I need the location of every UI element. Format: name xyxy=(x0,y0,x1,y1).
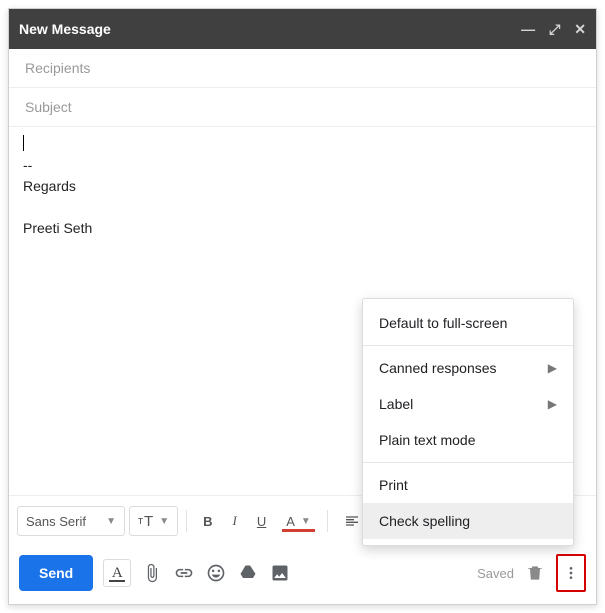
font-family-label: Sans Serif xyxy=(26,514,86,529)
subject-field[interactable] xyxy=(9,88,596,127)
menu-item-fullscreen[interactable]: Default to full-screen xyxy=(363,305,573,341)
more-options-button[interactable] xyxy=(556,554,586,592)
chevron-down-icon: ▼ xyxy=(301,516,311,527)
menu-item-check-spelling[interactable]: Check spelling xyxy=(363,503,573,539)
bottom-toolbar: Send A Saved xyxy=(9,546,596,604)
menu-item-label: Default to full-screen xyxy=(379,315,507,331)
menu-item-label-text: Label xyxy=(379,396,413,412)
text-cursor xyxy=(23,135,24,151)
saved-status: Saved xyxy=(477,566,514,581)
recipients-input[interactable] xyxy=(23,59,586,77)
insert-emoji-icon[interactable] xyxy=(205,562,227,584)
text-color-label: A xyxy=(286,514,295,529)
text-color-button[interactable]: A ▼ xyxy=(278,507,319,535)
menu-item-label: Canned responses xyxy=(379,360,497,376)
menu-separator xyxy=(363,345,573,346)
recipients-field[interactable] xyxy=(9,49,596,88)
compose-title: New Message xyxy=(19,21,521,37)
menu-item-label: Print xyxy=(379,477,408,493)
font-family-dropdown[interactable]: Sans Serif ▼ xyxy=(17,506,125,536)
menu-separator xyxy=(363,462,573,463)
separator xyxy=(327,510,328,532)
signature-regards: Regards xyxy=(23,176,582,197)
signature-name: Preeti Seth xyxy=(23,218,582,239)
discard-draft-icon[interactable] xyxy=(524,562,546,584)
menu-item-label[interactable]: Label ▶ xyxy=(363,386,573,422)
menu-item-canned-responses[interactable]: Canned responses ▶ xyxy=(363,350,573,386)
italic-button[interactable]: I xyxy=(225,507,245,535)
separator xyxy=(186,510,187,532)
compose-header: New Message — ⤢ ✕ xyxy=(9,9,596,49)
formatting-options-button[interactable]: A xyxy=(103,559,131,587)
menu-item-label: Check spelling xyxy=(379,513,470,529)
subject-input[interactable] xyxy=(23,98,586,116)
chevron-down-icon: ▼ xyxy=(106,516,116,527)
close-icon[interactable]: ✕ xyxy=(574,22,586,36)
font-size-button[interactable]: тT ▼ xyxy=(129,506,178,536)
more-options-menu: Default to full-screen Canned responses … xyxy=(362,298,574,546)
menu-item-label: Plain text mode xyxy=(379,432,476,448)
signature-dashes: -- xyxy=(23,155,582,176)
compose-window: New Message — ⤢ ✕ -- Regards Preeti Seth xyxy=(8,8,597,605)
send-button[interactable]: Send xyxy=(19,555,93,591)
insert-photo-icon[interactable] xyxy=(269,562,291,584)
menu-item-print[interactable]: Print xyxy=(363,467,573,503)
insert-link-icon[interactable] xyxy=(173,562,195,584)
bold-button[interactable]: B xyxy=(195,507,220,535)
underline-button[interactable]: U xyxy=(249,507,274,535)
chevron-right-icon: ▶ xyxy=(548,361,557,375)
fullscreen-icon[interactable]: ⤢ xyxy=(549,22,560,36)
attach-file-icon[interactable] xyxy=(141,562,163,584)
chevron-down-icon: ▼ xyxy=(159,516,169,527)
menu-item-plain-text[interactable]: Plain text mode xyxy=(363,422,573,458)
insert-drive-icon[interactable] xyxy=(237,562,259,584)
minimize-icon[interactable]: — xyxy=(521,22,535,36)
chevron-right-icon: ▶ xyxy=(548,397,557,411)
